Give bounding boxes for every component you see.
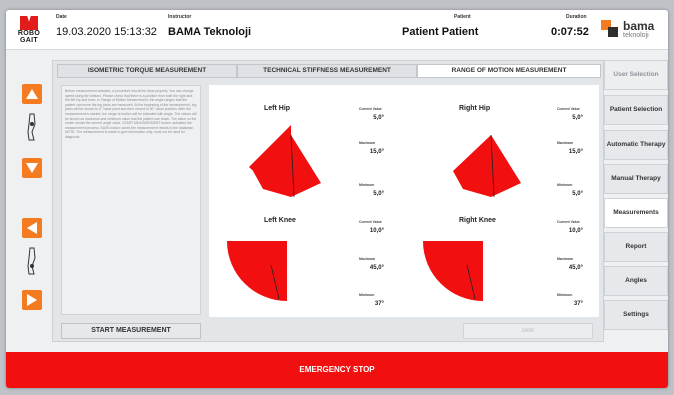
- left-knee-current-value: 10,0°: [369, 228, 384, 234]
- right-hip-minimum-label: Minimum: [557, 183, 573, 187]
- robogait-logo: ROBO GAIT: [14, 16, 44, 46]
- left-knee-gauge: [227, 241, 287, 301]
- emergency-stop-button[interactable]: EMERGENCY STOP: [6, 352, 668, 388]
- right-knee-current-value: 10,0°: [568, 228, 583, 234]
- tab-technical-stiffness[interactable]: TECHNICAL STIFFNESS MEASUREMENT: [237, 64, 417, 78]
- right-knee-title: Right Knee: [459, 217, 496, 224]
- down-arrow-button[interactable]: [22, 158, 42, 178]
- left-hip-maximum-value: 15,0°: [369, 149, 384, 155]
- right-knee-current-label: Current Value: [557, 220, 580, 224]
- date-label: Date: [56, 14, 67, 20]
- bama-logo-subtext: teknoloji: [623, 32, 649, 39]
- right-knee-maximum-label: Maximum: [557, 257, 574, 261]
- left-hip-gauge: [249, 125, 321, 198]
- menu-measurements[interactable]: Measurements: [604, 198, 668, 228]
- tab-range-of-motion[interactable]: RANGE OF MOTION MEASUREMENT: [417, 64, 601, 78]
- date-value: 19.03.2020 15:13:32: [56, 26, 157, 38]
- menu-patient-selection[interactable]: Patient Selection: [604, 95, 668, 125]
- left-hip-minimum-value: 5,0°: [373, 191, 384, 197]
- hip-leg-icon: [22, 112, 42, 142]
- duration-value: 0:07:52: [551, 26, 589, 38]
- bama-logo-mark-dark: [608, 27, 618, 37]
- right-knee-sector: [423, 241, 483, 301]
- right-hip-maximum-value: 15,0°: [568, 149, 583, 155]
- arrow-right-icon: [27, 294, 37, 306]
- right-knee-maximum-value: 45,0°: [568, 265, 583, 271]
- measurement-panel: ISOMETRIC TORQUE MEASUREMENT TECHNICAL S…: [52, 60, 604, 342]
- left-knee-maximum-label: Maximum: [359, 257, 376, 261]
- left-knee-current-label: Current Value: [359, 220, 382, 224]
- left-hip-current-label: Current Value: [359, 107, 382, 111]
- menu-report[interactable]: Report: [604, 232, 668, 262]
- right-hip-sector: [453, 135, 521, 197]
- header-bar: ROBO GAIT Date 19.03.2020 15:13:32 Instru…: [6, 10, 668, 50]
- duration-label: Duration: [566, 14, 587, 20]
- left-hip-sector: [253, 135, 321, 197]
- arrow-left-icon: [27, 222, 37, 234]
- menu-angles[interactable]: Angles: [604, 266, 668, 296]
- robogait-logo-mark: [20, 16, 38, 30]
- instructor-value: BAMA Teknoloji: [168, 26, 252, 38]
- save-button[interactable]: SAVE: [463, 323, 593, 339]
- right-hip-current-label: Current Value: [557, 107, 580, 111]
- start-measurement-button[interactable]: START MEASUREMENT: [61, 323, 201, 339]
- right-hip-minimum-value: 5,0°: [572, 191, 583, 197]
- patient-label: Patient: [454, 14, 471, 20]
- patient-value: Patient Patient: [402, 26, 479, 38]
- left-hip-title: Left Hip: [264, 105, 291, 112]
- knee-leg-icon: [22, 246, 42, 276]
- left-hip-maximum-label: Maximum: [359, 141, 376, 145]
- right-knee-minimum-value: 37°: [573, 301, 583, 307]
- left-knee-minimum-label: Minimum: [359, 293, 375, 297]
- arrow-down-icon: [26, 163, 38, 173]
- bama-logo: bama teknoloji: [596, 18, 666, 42]
- left-hip-minimum-label: Minimum: [359, 183, 375, 187]
- right-hip-gauge: [453, 134, 521, 198]
- right-hip-maximum-label: Maximum: [557, 141, 574, 145]
- left-knee-sector: [227, 241, 287, 301]
- instructions-text: Before measurement software, a procedure…: [61, 85, 201, 315]
- arrow-up-icon: [26, 89, 38, 99]
- right-knee-gauge: [423, 241, 483, 301]
- app-screen: ROBO GAIT Date 19.03.2020 15:13:32 Instru…: [6, 10, 668, 388]
- robogait-logo-text: ROBO GAIT: [17, 30, 41, 44]
- left-knee-title: Left Knee: [264, 217, 296, 224]
- left-hip-current-value: 5,0°: [373, 115, 384, 121]
- left-knee-maximum-value: 45,0°: [369, 265, 384, 271]
- left-knee-minimum-value: 37°: [374, 301, 384, 307]
- up-arrow-button[interactable]: [22, 84, 42, 104]
- menu-user-selection[interactable]: User Selection: [604, 60, 668, 90]
- range-of-motion-plots: Left Hip Current Value 5,0° Maximum 15,0…: [209, 85, 599, 317]
- device-frame: ROBO GAIT Date 19.03.2020 15:13:32 Instru…: [0, 0, 674, 395]
- menu-manual-therapy[interactable]: Manual Therapy: [604, 164, 668, 194]
- right-hip-title: Right Hip: [459, 105, 491, 112]
- menu-settings[interactable]: Settings: [604, 300, 668, 330]
- right-hip-current-value: 5,0°: [572, 115, 583, 121]
- right-knee-minimum-label: Minimum: [557, 293, 573, 297]
- right-arrow-button[interactable]: [22, 290, 42, 310]
- instructor-label: Instructor: [168, 14, 192, 20]
- menu-automatic-therapy[interactable]: Automatic Therapy: [604, 130, 668, 160]
- left-arrow-button[interactable]: [22, 218, 42, 238]
- tab-isometric-torque[interactable]: ISOMETRIC TORQUE MEASUREMENT: [57, 64, 237, 78]
- bama-logo-text: bama: [623, 19, 655, 33]
